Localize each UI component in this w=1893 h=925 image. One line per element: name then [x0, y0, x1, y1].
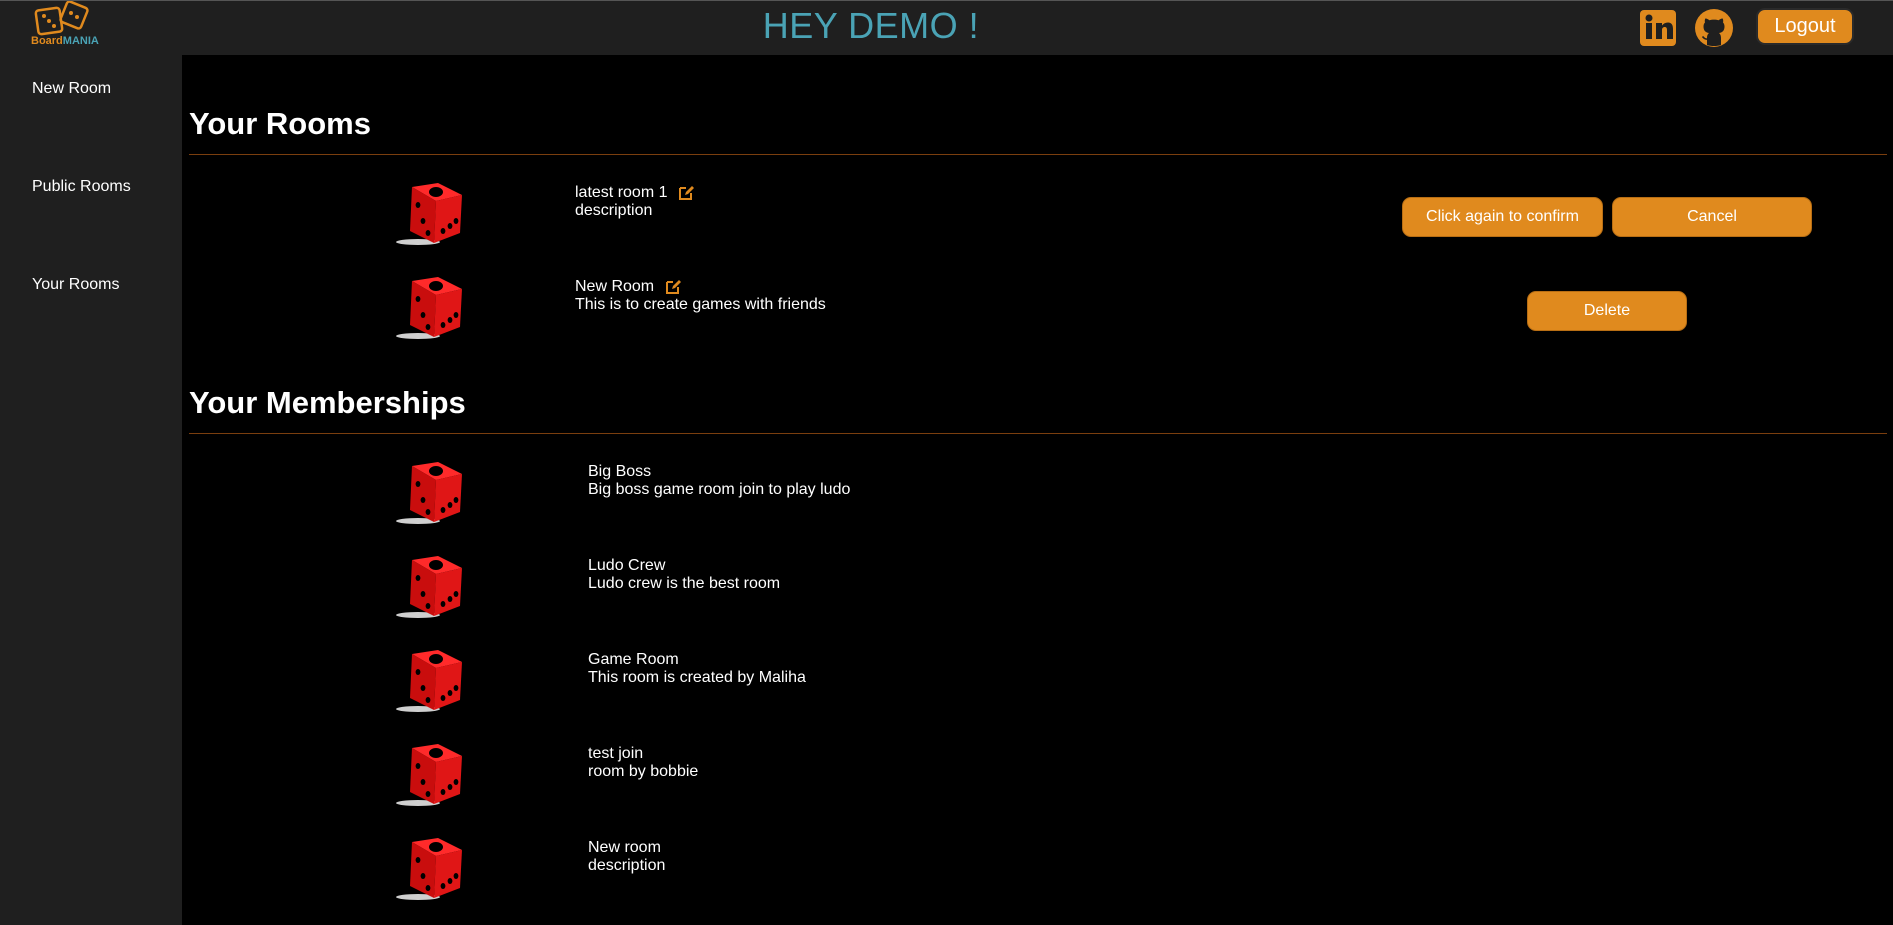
room-name: New Room	[575, 278, 655, 295]
membership-row[interactable]: Big Boss Big boss game room join to play…	[0, 460, 1893, 530]
room-description: This room is created by Maliha	[588, 669, 806, 686]
red-die-icon	[396, 556, 462, 618]
top-bar: BoardMANIA HEY DEMO ! Logout	[0, 0, 1893, 55]
github-link[interactable]	[1694, 8, 1734, 48]
your-rooms-divider	[189, 154, 1887, 155]
delete-button[interactable]: Delete	[1527, 291, 1687, 331]
membership-info: New room description	[588, 839, 665, 875]
room-row: New Room This is to create games with fr…	[0, 275, 1893, 345]
room-name: Ludo Crew	[588, 557, 666, 574]
membership-info: Big Boss Big boss game room join to play…	[588, 463, 850, 499]
your-memberships-heading: Your Memberships	[189, 385, 466, 420]
room-description: description	[588, 857, 666, 874]
github-icon	[1695, 9, 1733, 47]
confirm-delete-button[interactable]: Click again to confirm	[1402, 197, 1603, 237]
membership-row[interactable]: Ludo Crew Ludo crew is the best room	[0, 554, 1893, 624]
red-die-icon	[396, 650, 462, 712]
membership-row[interactable]: New room description	[0, 836, 1893, 906]
membership-info: Ludo Crew Ludo crew is the best room	[588, 557, 780, 593]
edit-icon[interactable]	[678, 185, 695, 201]
membership-row[interactable]: Game Room This room is created by Maliha	[0, 648, 1893, 718]
membership-info: test join room by bobbie	[588, 745, 698, 781]
edit-icon[interactable]	[665, 279, 682, 295]
membership-info: Game Room This room is created by Maliha	[588, 651, 806, 687]
room-info: latest room 1 description	[575, 184, 695, 220]
room-name: Game Room	[588, 651, 679, 668]
room-name: New room	[588, 839, 661, 856]
room-name: latest room 1	[575, 184, 668, 201]
logout-button[interactable]: Logout	[1756, 8, 1854, 45]
room-name: Big Boss	[588, 463, 652, 480]
linkedin-link[interactable]	[1638, 8, 1678, 48]
your-rooms-heading: Your Rooms	[189, 106, 371, 141]
room-description: This is to create games with friends	[575, 296, 826, 313]
cancel-button[interactable]: Cancel	[1612, 197, 1812, 237]
red-die-icon	[396, 838, 462, 900]
memberships-divider	[189, 433, 1887, 434]
red-die-icon	[396, 183, 462, 245]
room-description: description	[575, 202, 653, 219]
greeting-title: HEY DEMO !	[762, 5, 980, 46]
room-description: Big boss game room join to play ludo	[588, 481, 851, 498]
room-description: Ludo crew is the best room	[588, 575, 781, 592]
room-info: New Room This is to create games with fr…	[575, 278, 826, 314]
room-name: test join	[588, 745, 644, 762]
sidebar-item-new-room[interactable]: New Room	[32, 80, 111, 98]
linkedin-icon	[1640, 10, 1676, 46]
red-die-icon	[396, 744, 462, 806]
room-description: room by bobbie	[588, 763, 699, 780]
red-die-icon	[396, 277, 462, 339]
room-row: latest room 1 description Click again to…	[0, 181, 1893, 251]
membership-row[interactable]: test join room by bobbie	[0, 742, 1893, 812]
red-die-icon	[396, 462, 462, 524]
